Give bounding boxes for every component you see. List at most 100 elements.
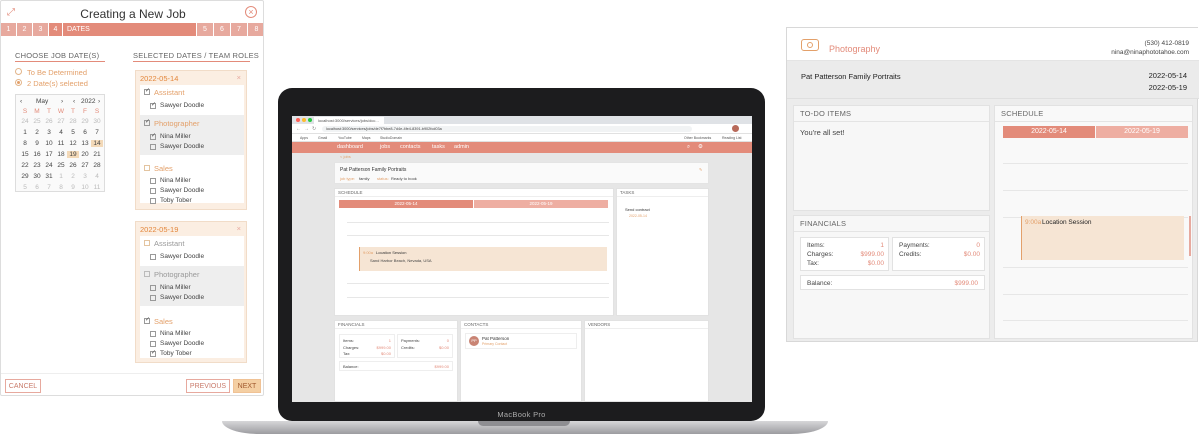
profile-avatar[interactable] bbox=[732, 125, 739, 132]
nav-dashboard[interactable]: dashboard bbox=[337, 144, 363, 150]
task-item[interactable]: Send contract bbox=[625, 207, 650, 212]
calendar-day[interactable]: 9 bbox=[67, 184, 79, 191]
contact-card[interactable]: PP Pat Patterson Primary Contact bbox=[465, 333, 577, 349]
member-checkbox[interactable] bbox=[150, 144, 156, 150]
calendar-day[interactable]: 30 bbox=[91, 118, 103, 125]
calendar-day[interactable]: 24 bbox=[43, 162, 55, 169]
calendar-day[interactable]: 23 bbox=[31, 162, 43, 169]
prev-month-icon[interactable]: ‹ bbox=[20, 98, 22, 105]
radio-selected[interactable] bbox=[15, 79, 22, 86]
role-checkbox[interactable] bbox=[144, 271, 150, 277]
next-year-icon[interactable]: › bbox=[98, 98, 100, 105]
calendar-day[interactable]: 25 bbox=[55, 162, 67, 169]
member-checkbox[interactable] bbox=[150, 295, 156, 301]
nav-jobs[interactable]: jobs bbox=[380, 144, 390, 150]
calendar-day[interactable]: 11 bbox=[55, 140, 67, 147]
forward-icon[interactable]: → bbox=[304, 126, 309, 132]
bookmark[interactable]: YouTube bbox=[338, 136, 352, 140]
calendar-day[interactable]: 6 bbox=[31, 184, 43, 191]
step-4[interactable]: 4 bbox=[49, 23, 63, 36]
settings-icon[interactable]: ⚙ bbox=[698, 144, 703, 150]
search-icon[interactable]: ⌕ bbox=[687, 144, 690, 151]
year-select[interactable]: 2022 bbox=[81, 98, 95, 105]
member-checkbox[interactable] bbox=[150, 285, 156, 291]
step-6[interactable]: 6 bbox=[214, 23, 231, 36]
calendar-day[interactable]: 29 bbox=[79, 118, 91, 125]
edit-icon[interactable]: ✎ bbox=[699, 167, 702, 172]
calendar-day[interactable]: 8 bbox=[19, 140, 31, 147]
calendar-day[interactable]: 6 bbox=[79, 129, 91, 136]
calendar-day[interactable]: 1 bbox=[19, 129, 31, 136]
schedule-date-tab[interactable]: 2022-05-19 bbox=[1096, 126, 1188, 138]
close-window-icon[interactable] bbox=[296, 118, 300, 122]
calendar-day[interactable]: 16 bbox=[31, 151, 43, 158]
calendar-day[interactable]: 5 bbox=[19, 184, 31, 191]
member-checkbox[interactable] bbox=[150, 254, 156, 260]
schedule-event[interactable]: 9:00a Location Session Sand Harbor Beach… bbox=[359, 247, 607, 271]
calendar-day[interactable]: 19 bbox=[67, 151, 79, 158]
member-checkbox[interactable] bbox=[150, 101, 156, 109]
step-1[interactable]: 1 bbox=[1, 23, 17, 36]
month-select[interactable]: May bbox=[36, 98, 48, 105]
step-8[interactable]: 8 bbox=[248, 23, 263, 36]
calendar-day[interactable]: 12 bbox=[67, 140, 79, 147]
bookmark[interactable]: Maps bbox=[362, 136, 371, 140]
calendar-day[interactable]: 21 bbox=[91, 151, 103, 158]
calendar-day[interactable]: 17 bbox=[43, 151, 55, 158]
prev-year-icon[interactable]: ‹ bbox=[73, 98, 75, 105]
close-icon[interactable]: × bbox=[245, 6, 257, 18]
calendar-day[interactable]: 2 bbox=[31, 129, 43, 136]
calendar-day[interactable]: 28 bbox=[67, 118, 79, 125]
calendar-day[interactable]: 24 bbox=[19, 118, 31, 125]
calendar-day[interactable]: 27 bbox=[55, 118, 67, 125]
calendar-day[interactable]: 13 bbox=[79, 140, 91, 147]
calendar-day[interactable]: 14 bbox=[91, 140, 103, 147]
member-checkbox[interactable] bbox=[150, 132, 156, 140]
step-5[interactable]: 5 bbox=[197, 23, 214, 36]
nav-admin[interactable]: admin bbox=[454, 144, 469, 150]
previous-button[interactable]: PREVIOUS bbox=[186, 379, 230, 393]
calendar-day[interactable]: 26 bbox=[43, 118, 55, 125]
calendar-day[interactable]: 28 bbox=[91, 162, 103, 169]
calendar-day[interactable]: 15 bbox=[19, 151, 31, 158]
calendar-day[interactable]: 7 bbox=[91, 129, 103, 136]
reload-icon[interactable]: ↻ bbox=[312, 126, 316, 132]
schedule-date-tab[interactable]: 2022-05-19 bbox=[474, 200, 608, 208]
calendar-day[interactable]: 3 bbox=[43, 129, 55, 136]
calendar-day[interactable]: 30 bbox=[31, 173, 43, 180]
bookmark[interactable]: Apps bbox=[300, 136, 308, 140]
radio-tbd[interactable] bbox=[15, 68, 22, 75]
calendar-day[interactable]: 3 bbox=[79, 173, 91, 180]
remove-date-icon[interactable]: × bbox=[237, 73, 241, 82]
schedule-date-tab[interactable]: 2022-05-14 bbox=[339, 200, 473, 208]
step-dates[interactable]: DATES bbox=[63, 23, 197, 36]
cancel-button[interactable]: CANCEL bbox=[5, 379, 41, 393]
calendar-day[interactable]: 5 bbox=[67, 129, 79, 136]
role-checkbox[interactable] bbox=[144, 240, 150, 246]
role-checkbox[interactable] bbox=[144, 316, 150, 324]
role-checkbox[interactable] bbox=[144, 118, 150, 126]
calendar-day[interactable]: 4 bbox=[91, 173, 103, 180]
nav-contacts[interactable]: contacts bbox=[400, 144, 420, 150]
schedule-event[interactable]: 9:00a Location Session bbox=[1021, 216, 1184, 260]
calendar-day[interactable]: 18 bbox=[55, 151, 67, 158]
bookmark[interactable]: StudioDomain bbox=[380, 136, 402, 140]
calendar-day[interactable]: 25 bbox=[31, 118, 43, 125]
back-icon[interactable]: ← bbox=[296, 126, 301, 132]
role-checkbox[interactable] bbox=[144, 165, 150, 171]
calendar-day[interactable]: 31 bbox=[43, 173, 55, 180]
remove-date-icon[interactable]: × bbox=[237, 224, 241, 233]
calendar-day[interactable]: 7 bbox=[43, 184, 55, 191]
member-checkbox[interactable] bbox=[150, 188, 156, 194]
browser-tab[interactable]: localhost:3000/services/jobs/dcc... bbox=[314, 117, 384, 124]
calendar-day[interactable]: 26 bbox=[67, 162, 79, 169]
bookmark[interactable]: Gmail bbox=[318, 136, 327, 140]
calendar-day[interactable]: 11 bbox=[91, 184, 103, 191]
calendar-day[interactable]: 27 bbox=[79, 162, 91, 169]
bookmark[interactable]: Reading List bbox=[722, 136, 741, 140]
member-checkbox[interactable] bbox=[150, 178, 156, 184]
next-button[interactable]: NEXT bbox=[233, 379, 261, 393]
calendar-day[interactable]: 8 bbox=[55, 184, 67, 191]
schedule-date-tab[interactable]: 2022-05-14 bbox=[1003, 126, 1095, 138]
step-3[interactable]: 3 bbox=[33, 23, 49, 36]
